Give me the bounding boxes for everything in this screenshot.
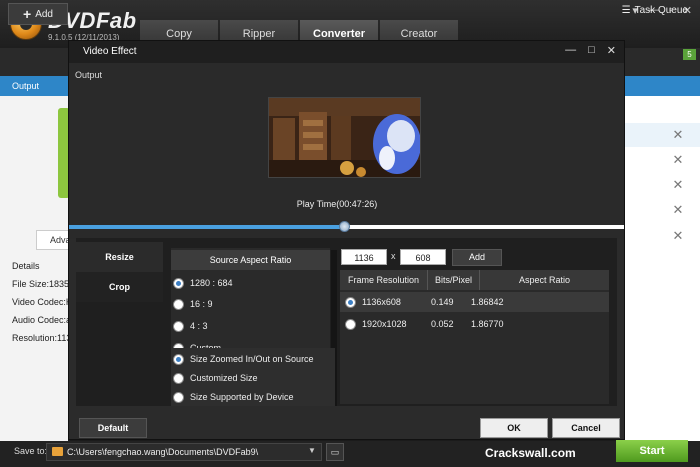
list-icon: ☰ — [621, 5, 631, 16]
cancel-button[interactable]: Cancel — [552, 418, 620, 438]
radio-button[interactable] — [173, 391, 184, 403]
source-aspect-header: Source Aspect Ratio — [171, 250, 330, 270]
remove-icon[interactable]: ✕ — [668, 198, 688, 222]
table-row[interactable]: 1136x608 0.149 1.86842 — [340, 292, 609, 312]
size-option-customized[interactable]: Customized Size — [173, 369, 258, 387]
preview-output-label: Output — [75, 70, 103, 80]
save-to-label: Save to: — [14, 446, 48, 456]
size-option-zoomed[interactable]: Size Zoomed In/Out on Source — [173, 350, 314, 368]
dialog-titlebar — [69, 41, 624, 63]
play-time-label: Play Time(00:47:26) — [296, 199, 378, 209]
remove-icon[interactable]: ✕ — [668, 123, 688, 147]
folder-icon — [52, 447, 63, 456]
video-preview-frame — [268, 97, 421, 178]
remove-icon[interactable]: ✕ — [668, 148, 688, 172]
radio-button[interactable] — [345, 318, 356, 330]
col-aspect-ratio[interactable]: Aspect Ratio — [480, 270, 609, 290]
watermark-text: Crackswall.com — [485, 446, 576, 460]
radio-button[interactable] — [173, 298, 184, 310]
dimension-separator: x — [391, 251, 396, 261]
minimize-icon[interactable]: — — [565, 44, 576, 57]
col-frame-resolution[interactable]: Frame Resolution — [340, 270, 428, 290]
details-heading: Details — [12, 261, 40, 271]
add-label: Add — [35, 8, 53, 20]
radio-button[interactable] — [173, 320, 184, 332]
radio-button[interactable] — [173, 277, 184, 289]
size-option-device[interactable]: Size Supported by Device — [173, 388, 294, 406]
ok-button[interactable]: OK — [480, 418, 548, 438]
row-bits: 0.149 — [431, 297, 454, 307]
add-resolution-button[interactable]: Add — [452, 249, 502, 266]
details-panel: Details File Size:1835 M Video Codec:H. … — [12, 257, 68, 347]
video-codec: Video Codec:H. — [12, 297, 68, 307]
tab-crop[interactable]: Crop — [76, 272, 163, 302]
radio-button[interactable] — [345, 296, 356, 308]
save-path-field[interactable]: C:\Users\fengchao.wang\Documents\DVDFab9… — [46, 443, 322, 461]
task-queue-label: Task Queue — [634, 5, 688, 16]
chevron-down-icon[interactable]: ▼ — [308, 446, 316, 455]
title-list-panel — [625, 96, 700, 441]
default-button[interactable]: Default — [79, 418, 147, 438]
size-option-label: Customized Size — [190, 373, 258, 383]
row-aspect: 1.86842 — [471, 297, 504, 307]
row-resolution: 1920x1028 — [362, 319, 407, 329]
close-icon[interactable]: ✕ — [607, 44, 616, 57]
col-bits-pixel[interactable]: Bits/Pixel — [428, 270, 480, 290]
seek-progress — [69, 225, 345, 229]
add-source-button[interactable]: + Add — [8, 3, 68, 25]
aspect-option-1280-684[interactable]: 1280 : 684 — [173, 274, 233, 292]
video-effect-dialog: Video Effect — □ ✕ Output Play Time(00:4… — [68, 40, 625, 440]
queue-count-badge: 5 — [683, 49, 696, 60]
size-option-label: Size Zoomed In/Out on Source — [190, 354, 314, 364]
file-size: File Size:1835 M — [12, 279, 68, 289]
row-resolution: 1136x608 — [362, 297, 401, 307]
size-option-label: Size Supported by Device — [190, 392, 294, 402]
start-button[interactable]: Start — [616, 440, 688, 462]
remove-icon[interactable]: ✕ — [668, 224, 688, 248]
height-input[interactable]: 608 — [400, 249, 446, 265]
aspect-option-label: 4 : 3 — [190, 321, 208, 331]
row-aspect: 1.86770 — [471, 319, 504, 329]
table-row[interactable]: 1920x1028 0.052 1.86770 — [340, 314, 609, 334]
aspect-option-4-3[interactable]: 4 : 3 — [173, 317, 208, 335]
maximize-icon[interactable]: □ — [588, 44, 595, 57]
plus-icon: + — [23, 6, 32, 22]
radio-button[interactable] — [173, 353, 184, 365]
width-input[interactable]: 1136 — [341, 249, 387, 265]
dialog-window-controls: — □ ✕ — [565, 44, 616, 57]
tab-resize[interactable]: Resize — [76, 242, 163, 272]
aspect-option-label: 1280 : 684 — [190, 278, 233, 288]
resolution-table — [340, 270, 609, 404]
resolution: Resolution:113 — [12, 333, 68, 343]
radio-button[interactable] — [173, 372, 184, 384]
remove-icon[interactable]: ✕ — [668, 173, 688, 197]
output-header-label: Output — [12, 81, 40, 91]
task-queue-button[interactable]: ☰ Task Queue — [622, 5, 688, 16]
audio-codec: Audio Codec:aa — [12, 315, 68, 325]
browse-folder-icon[interactable]: ▭ — [326, 443, 344, 461]
seek-slider-handle[interactable] — [339, 221, 350, 232]
row-bits: 0.052 — [431, 319, 454, 329]
advanced-settings-button[interactable]: Adva — [36, 230, 70, 250]
aspect-option-label: 16 : 9 — [190, 299, 213, 309]
resolution-table-header: Frame Resolution Bits/Pixel Aspect Ratio — [340, 270, 609, 290]
title-row-selected[interactable] — [625, 123, 700, 147]
dialog-title: Video Effect — [83, 46, 137, 57]
aspect-option-16-9[interactable]: 16 : 9 — [173, 295, 213, 313]
